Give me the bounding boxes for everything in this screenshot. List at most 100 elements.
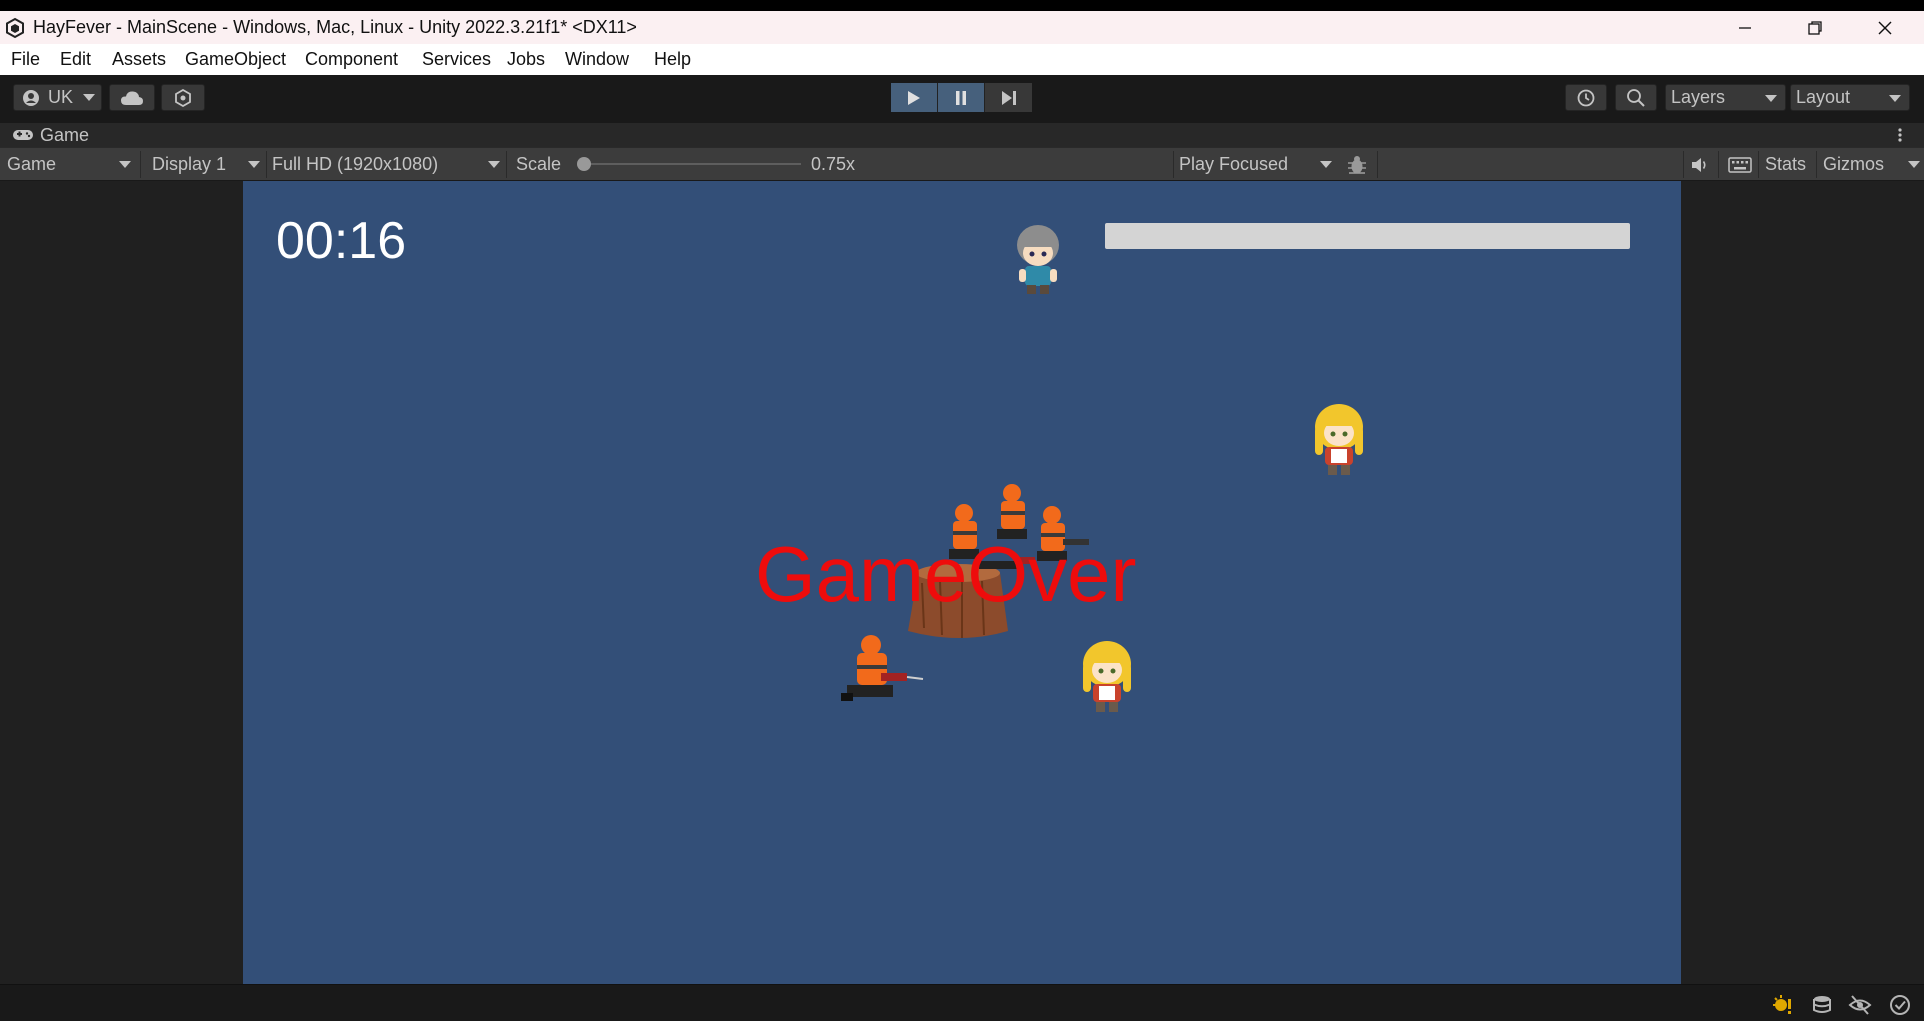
kebab-icon[interactable] (1896, 127, 1904, 143)
play-mode-dropdown[interactable]: Play Focused (1179, 148, 1334, 181)
divider (1377, 151, 1378, 178)
layers-label: Layers (1671, 87, 1726, 107)
chevron-down-icon (1908, 161, 1920, 168)
check-icon[interactable] (1888, 993, 1912, 1017)
history-icon (1577, 89, 1595, 106)
scale-label: Scale (516, 154, 562, 174)
step-icon (1001, 90, 1016, 105)
divider (1173, 151, 1174, 178)
collab-icon (175, 88, 191, 107)
gamepad-icon (13, 130, 33, 140)
menu-gameobject[interactable]: GameObject (185, 49, 286, 70)
title-bar: HayFever - MainScene - Windows, Mac, Lin… (0, 11, 1924, 44)
gizmos-label: Gizmos (1823, 154, 1885, 174)
step-button[interactable] (985, 83, 1032, 112)
lumberjack-single (841, 635, 924, 701)
playmode-controls (891, 83, 1032, 112)
character-grey-hair (1017, 225, 1059, 294)
chevron-down-icon (83, 94, 96, 101)
chevron-down-icon (1320, 161, 1332, 168)
resolution-label: Full HD (1920x1080) (272, 154, 439, 174)
divider (1718, 151, 1719, 178)
search-button[interactable] (1615, 84, 1657, 111)
resolution-dropdown[interactable]: Full HD (1920x1080) (272, 148, 502, 181)
chevron-down-icon (119, 161, 131, 168)
search-icon (1627, 88, 1645, 107)
menu-services[interactable]: Services (422, 49, 491, 70)
game-timer: 00:16 (276, 212, 407, 270)
cloud-button[interactable] (109, 84, 155, 111)
scale-slider-handle[interactable] (577, 157, 591, 171)
window-title: HayFever - MainScene - Windows, Mac, Lin… (33, 17, 637, 37)
main-toolbar: UK Layers Layout (0, 75, 1924, 123)
display-dropdown[interactable]: Display 1 (152, 148, 262, 181)
menu-assets[interactable]: Assets (112, 49, 166, 70)
character-blonde-1 (1315, 404, 1363, 475)
pause-icon (956, 90, 966, 105)
cache-icon[interactable] (1810, 993, 1834, 1017)
menu-jobs[interactable]: Jobs (507, 49, 545, 70)
account-dropdown[interactable]: UK (13, 84, 102, 111)
account-icon (23, 89, 39, 106)
layers-dropdown[interactable]: Layers (1665, 84, 1786, 111)
progress-bar (1105, 223, 1630, 249)
lighting-icon[interactable] (1770, 993, 1794, 1017)
play-mode-label: Play Focused (1179, 154, 1289, 174)
status-bar (0, 984, 1924, 1021)
menu-component[interactable]: Component (305, 49, 398, 70)
chevron-down-icon (1889, 95, 1901, 102)
mute-audio-button[interactable] (1690, 148, 1710, 181)
undo-history-button[interactable] (1565, 84, 1607, 111)
unity-logo-icon (6, 17, 24, 39)
menu-edit[interactable]: Edit (60, 49, 91, 70)
shortcuts-button[interactable] (1728, 148, 1752, 181)
play-icon (908, 90, 920, 105)
chevron-down-icon (248, 161, 260, 168)
minimize-button[interactable] (1710, 11, 1780, 44)
cloud-icon (121, 90, 143, 105)
view-mode-label: Game (7, 154, 57, 174)
divider (506, 151, 507, 178)
game-over-text: GameOver (755, 530, 1137, 618)
divider (1758, 151, 1759, 178)
bug-icon (1348, 155, 1366, 174)
scale-value: 0.75x (811, 154, 856, 174)
collab-button[interactable] (161, 84, 205, 111)
character-blonde-2 (1083, 641, 1131, 712)
layout-dropdown[interactable]: Layout (1790, 84, 1910, 111)
keyboard-icon (1728, 156, 1752, 173)
divider (140, 151, 141, 178)
gizmos-dropdown[interactable]: Gizmos (1823, 148, 1922, 181)
view-mode-dropdown[interactable]: Game (7, 148, 135, 181)
menu-help[interactable]: Help (654, 49, 691, 70)
game-tab-bar: Game (0, 123, 1924, 147)
account-label: UK (48, 87, 74, 107)
restore-button[interactable] (1780, 11, 1850, 44)
game-view-toolbar: Game Display 1 Full HD (1920x1080) Scale… (0, 147, 1924, 180)
game-view[interactable]: 00:16 GameOver (243, 181, 1681, 984)
stats-button[interactable]: Stats (1765, 148, 1806, 181)
chevron-down-icon (1765, 95, 1777, 102)
frame-debugger-button[interactable] (1346, 148, 1368, 181)
window-top-edge (0, 0, 1924, 11)
menu-file[interactable]: File (11, 49, 40, 70)
close-button[interactable] (1850, 11, 1920, 44)
chevron-down-icon (488, 161, 500, 168)
scale-slider-track[interactable] (583, 163, 801, 165)
minimize-icon (1739, 26, 1751, 29)
restore-icon (1808, 20, 1822, 35)
divider (1683, 151, 1684, 178)
layout-label: Layout (1796, 87, 1851, 107)
visibility-icon[interactable] (1848, 993, 1872, 1017)
play-button[interactable] (891, 83, 938, 112)
menu-bar: File Edit Assets GameObject Component Se… (0, 44, 1924, 75)
pause-button[interactable] (938, 83, 985, 112)
divider (266, 151, 267, 178)
tab-game-label: Game (40, 124, 90, 145)
audio-icon (1692, 157, 1706, 172)
divider (1816, 151, 1817, 178)
display-label: Display 1 (152, 154, 227, 174)
tab-game[interactable]: Game (12, 123, 89, 147)
close-icon (1878, 21, 1892, 34)
menu-window[interactable]: Window (565, 49, 629, 70)
